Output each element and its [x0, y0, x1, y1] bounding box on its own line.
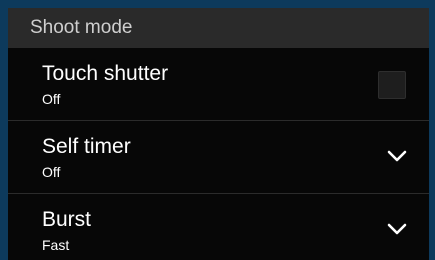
section-header: Shoot mode: [8, 8, 429, 48]
touch-shutter-checkbox[interactable]: [378, 71, 406, 99]
chevron-down-icon[interactable]: [385, 220, 409, 238]
setting-touch-shutter[interactable]: Touch shutter Off: [8, 48, 429, 121]
section-title: Shoot mode: [30, 17, 133, 38]
setting-self-timer[interactable]: Self timer Off: [8, 121, 429, 194]
setting-title: Touch shutter: [42, 62, 169, 85]
setting-burst[interactable]: Burst Fast: [8, 194, 429, 260]
setting-value: Fast: [42, 237, 70, 253]
shoot-mode-panel: Shoot mode Touch shutter Off Self timer …: [8, 8, 429, 260]
chevron-down-icon[interactable]: [385, 147, 409, 165]
setting-value: Off: [42, 91, 61, 107]
setting-title: Self timer: [42, 135, 131, 158]
setting-title: Burst: [42, 208, 92, 231]
setting-value: Off: [42, 164, 61, 180]
